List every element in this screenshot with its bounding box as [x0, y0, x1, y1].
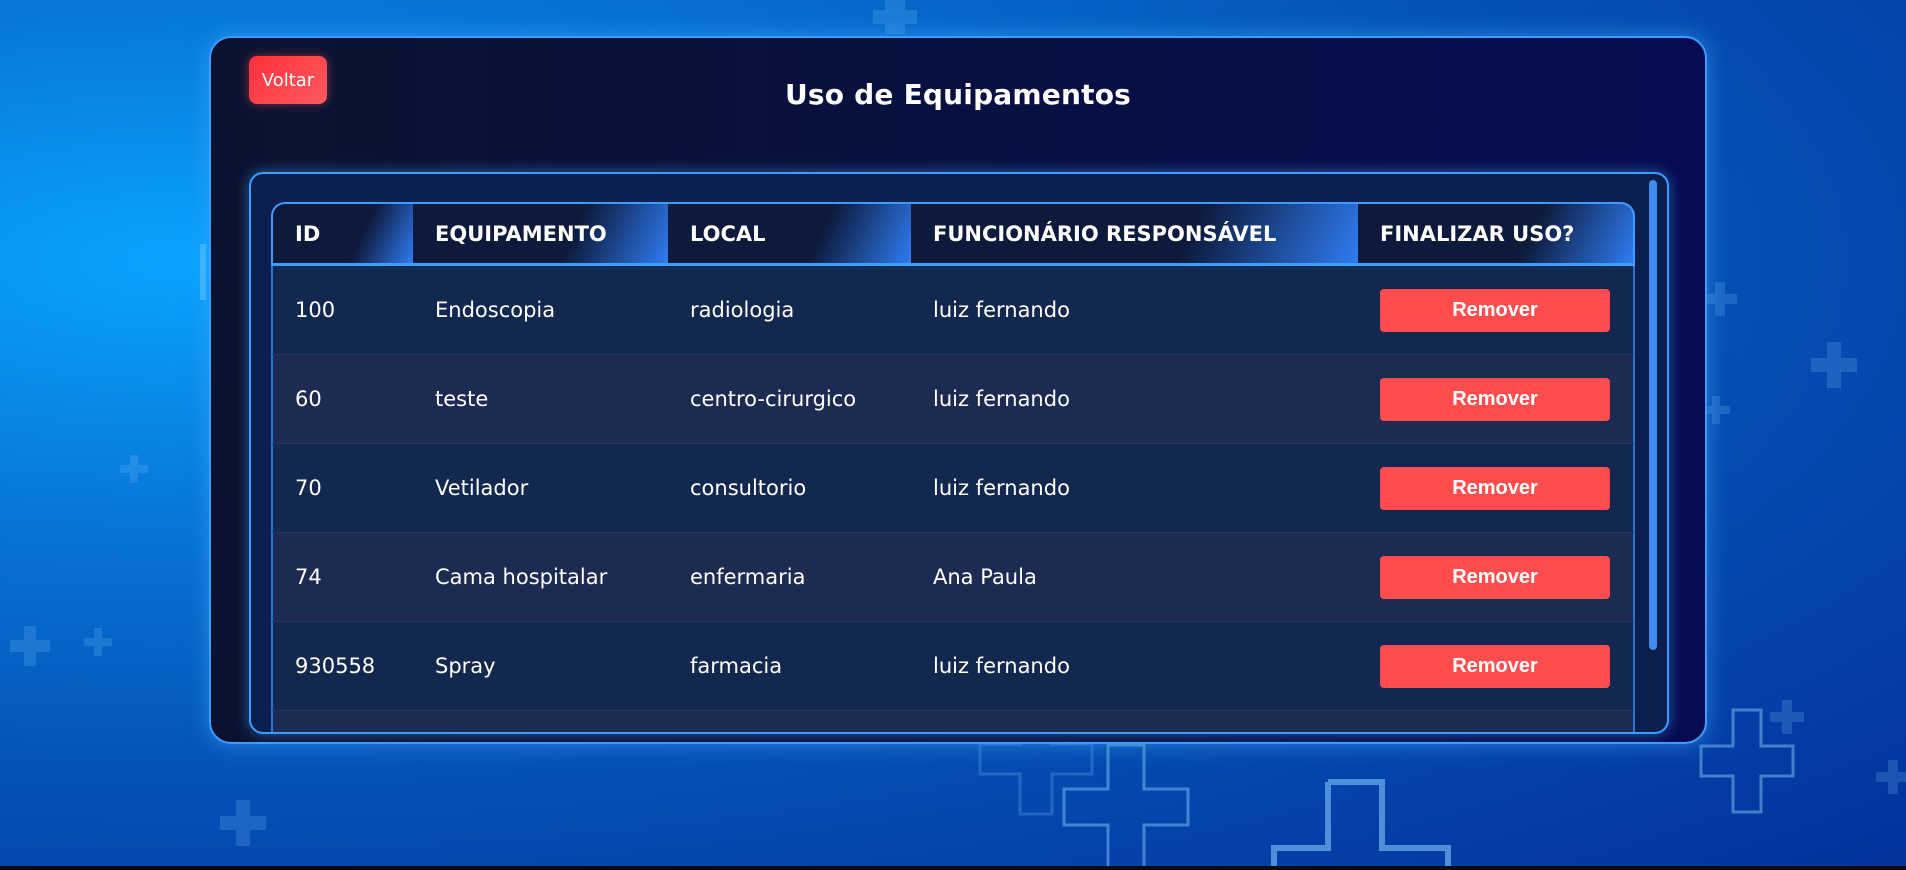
table-row: 60 teste centro-cirurgico luiz fernando … — [271, 355, 1635, 444]
table-row: 930558 Spray farmacia luiz fernando Remo… — [271, 622, 1635, 711]
cell-id: 100 — [271, 266, 413, 355]
table-scroll-area[interactable]: ID EQUIPAMENTO LOCAL FUNCIONÁRIO RESPONS… — [271, 202, 1635, 732]
cell-local: enfermaria — [668, 533, 911, 622]
medical-cross-icon — [1271, 779, 1451, 870]
medical-cross-icon — [84, 628, 112, 656]
cell-equipamento: Spray — [413, 622, 668, 711]
scrollbar-thumb[interactable] — [1649, 180, 1657, 650]
column-header-finalizar: FINALIZAR USO? — [1358, 202, 1635, 266]
column-header-id: ID — [271, 202, 413, 266]
cell-funcionario — [911, 711, 1358, 732]
cell-id: 60 — [271, 355, 413, 444]
cell-action: Remover — [1358, 622, 1635, 711]
cell-funcionario: Ana Paula — [911, 533, 1358, 622]
medical-cross-icon — [1699, 708, 1795, 814]
cell-action: Remover — [1358, 444, 1635, 533]
cell-id — [271, 711, 413, 732]
remove-button[interactable]: Remover — [1380, 466, 1610, 510]
table-header-row: ID EQUIPAMENTO LOCAL FUNCIONÁRIO RESPONS… — [271, 202, 1635, 266]
medical-cross-icon — [120, 455, 148, 483]
cell-action: Remover — [1358, 266, 1635, 355]
table-row: 100 Endoscopia radiologia luiz fernando … — [271, 266, 1635, 355]
table-row: 70 Vetilador consultorio luiz fernando R… — [271, 444, 1635, 533]
cell-action: Remover — [1358, 355, 1635, 444]
remove-button[interactable]: Remover — [1380, 288, 1610, 332]
cell-local: radiologia — [668, 266, 911, 355]
cell-action — [1358, 711, 1635, 732]
cell-id: 74 — [271, 533, 413, 622]
column-header-equipamento: EQUIPAMENTO — [413, 202, 668, 266]
medical-cross-icon — [10, 626, 50, 666]
column-header-local: LOCAL — [668, 202, 911, 266]
medical-cross-icon — [1770, 700, 1804, 734]
bottom-bar — [0, 866, 1906, 870]
cell-id: 70 — [271, 444, 413, 533]
cell-funcionario: luiz fernando — [911, 622, 1358, 711]
equipment-usage-table: ID EQUIPAMENTO LOCAL FUNCIONÁRIO RESPONS… — [271, 202, 1635, 732]
medical-cross-icon — [1811, 342, 1857, 388]
cell-local: farmacia — [668, 622, 911, 711]
cell-funcionario: luiz fernando — [911, 266, 1358, 355]
remove-button[interactable]: Remover — [1380, 377, 1610, 421]
medical-cross-icon — [220, 800, 266, 846]
remove-button[interactable]: Remover — [1380, 644, 1610, 688]
cell-funcionario: luiz fernando — [911, 444, 1358, 533]
page-title: Uso de Equipamentos — [785, 78, 1131, 111]
cell-equipamento: Vetilador — [413, 444, 668, 533]
cell-equipamento: Cama hospitalar — [413, 533, 668, 622]
main-panel: Voltar Uso de Equipamentos ID EQUIPAMENT… — [209, 36, 1707, 744]
table-container: ID EQUIPAMENTO LOCAL FUNCIONÁRIO RESPONS… — [249, 172, 1669, 734]
vertical-scrollbar[interactable] — [1649, 180, 1657, 728]
cell-id: 930558 — [271, 622, 413, 711]
cell-funcionario: luiz fernando — [911, 355, 1358, 444]
remove-button[interactable]: Remover — [1380, 555, 1610, 599]
medical-cross-icon — [1703, 282, 1737, 316]
decor-bar — [200, 244, 206, 300]
column-header-funcionario: FUNCIONÁRIO RESPONSÁVEL — [911, 202, 1358, 266]
cell-equipamento — [413, 711, 668, 732]
medical-cross-icon — [873, 0, 917, 34]
medical-cross-icon — [1876, 760, 1906, 794]
cell-local: centro-cirurgico — [668, 355, 911, 444]
cell-local — [668, 711, 911, 732]
cell-equipamento: teste — [413, 355, 668, 444]
cell-local: consultorio — [668, 444, 911, 533]
medical-cross-icon — [1062, 743, 1190, 870]
table-row — [271, 711, 1635, 732]
table-row: 74 Cama hospitalar enfermaria Ana Paula … — [271, 533, 1635, 622]
cell-action: Remover — [1358, 533, 1635, 622]
cell-equipamento: Endoscopia — [413, 266, 668, 355]
